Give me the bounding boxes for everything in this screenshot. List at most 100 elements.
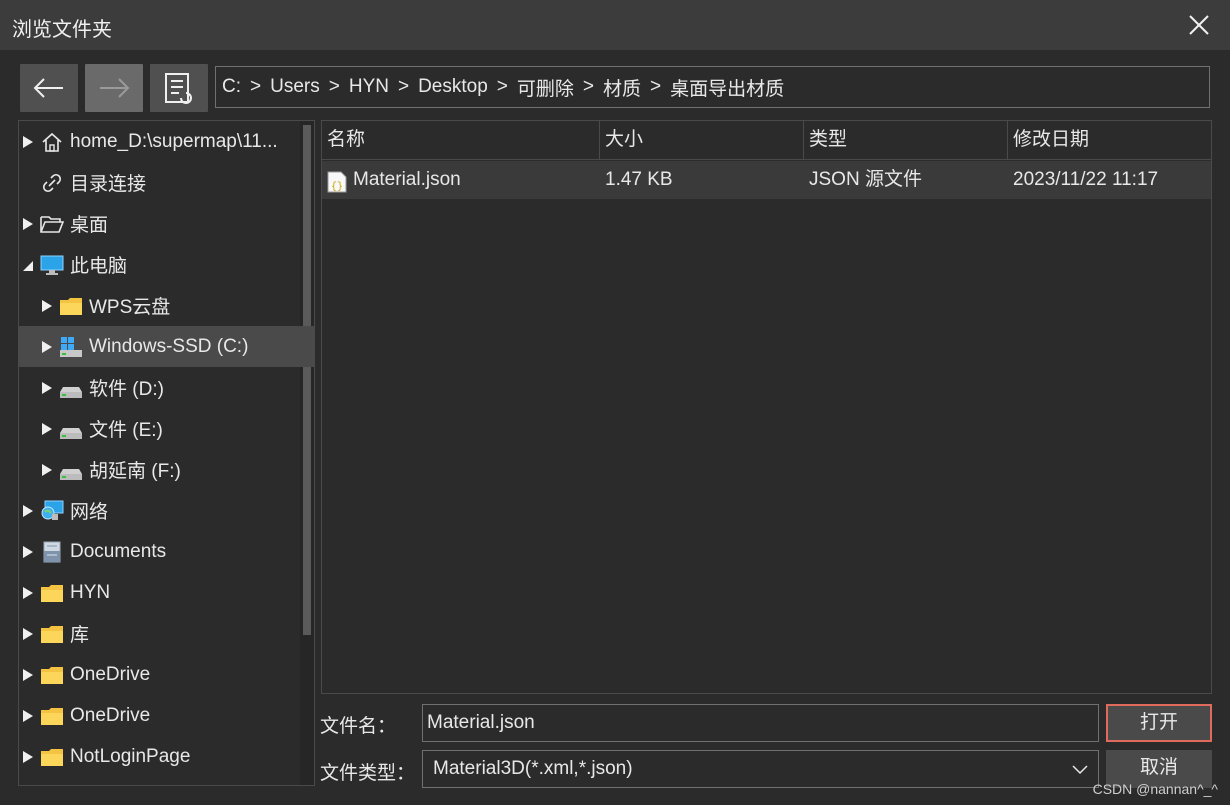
tree-item[interactable]: OneDrive: [19, 695, 300, 736]
home-icon: [40, 131, 64, 153]
close-icon: [1189, 15, 1209, 35]
tree-item[interactable]: 文件 (E:): [19, 408, 314, 449]
file-size: 1.47 KB: [605, 169, 673, 190]
tree-item[interactable]: Documents: [19, 531, 300, 572]
tree-item[interactable]: Windows-SSD (C:): [19, 326, 314, 367]
file-type: JSON 源文件: [809, 169, 922, 190]
expand-arrow-icon[interactable]: [20, 503, 36, 519]
filename-label: 文件名：: [320, 716, 397, 737]
tree-item-label: home_D:\supermap\11...: [70, 130, 278, 152]
drive-icon: [59, 459, 83, 481]
expand-arrow-icon[interactable]: [39, 380, 55, 396]
folder-icon: [40, 664, 64, 686]
file-name: Material.json: [353, 169, 461, 190]
chevron-down-icon: [1072, 765, 1088, 775]
expand-arrow-icon[interactable]: [20, 667, 36, 683]
tree-item[interactable]: 网络: [19, 490, 300, 531]
breadcrumb-separator: >: [250, 76, 262, 97]
filename-input[interactable]: Material.json: [422, 704, 1099, 742]
breadcrumb-separator: >: [397, 76, 410, 97]
file-row[interactable]: {} Material.json 1.47 KB JSON 源文件 2023/1…: [322, 161, 1211, 199]
breadcrumb-item[interactable]: 材质: [603, 74, 641, 101]
link-icon: [40, 172, 64, 194]
back-button[interactable]: [20, 64, 78, 112]
tree-item[interactable]: 此电脑: [19, 244, 300, 285]
expanded-arrow-icon[interactable]: [20, 257, 36, 273]
folder-open-icon: [40, 213, 65, 235]
expand-arrow-icon[interactable]: [20, 749, 36, 765]
column-size[interactable]: 大小: [600, 121, 804, 159]
watermark: CSDN @nannan^_^: [1092, 781, 1218, 797]
filetype-value: Material3D(*.xml,*.json): [433, 758, 633, 779]
documents-icon: [40, 541, 64, 563]
folder-icon: [40, 582, 64, 604]
arrow-left-icon: [33, 78, 63, 98]
tree-item[interactable]: 库: [19, 613, 300, 654]
tree-item-label: 网络: [70, 502, 109, 523]
expand-arrow-icon[interactable]: [20, 134, 36, 150]
file-list-header: 名称 大小 类型 修改日期: [322, 121, 1211, 160]
expand-arrow-icon[interactable]: [39, 462, 55, 478]
breadcrumb-separator: >: [328, 76, 340, 97]
column-type[interactable]: 类型: [804, 121, 1008, 159]
tree-item-label: 桌面: [70, 215, 109, 236]
expand-arrow-icon[interactable]: [20, 216, 36, 232]
tree-item-label: 目录连接: [70, 174, 147, 195]
expand-arrow-icon[interactable]: [20, 585, 36, 601]
recent-locations-icon: [165, 73, 192, 104]
tree-item[interactable]: 软件 (D:): [19, 367, 314, 408]
tree-item[interactable]: 目录连接: [19, 162, 300, 203]
network-icon: [40, 500, 64, 522]
tree-item[interactable]: WPS云盘: [19, 285, 314, 326]
breadcrumb-item[interactable]: Users: [270, 76, 320, 98]
tree-item-label: Windows-SSD (C:): [89, 335, 249, 357]
computer-icon: [40, 254, 64, 276]
close-button[interactable]: [1168, 0, 1230, 50]
arrow-right-icon: [100, 78, 130, 98]
tree-item-label: 文件 (E:): [89, 420, 163, 441]
open-button[interactable]: 打开: [1106, 704, 1212, 742]
tree-item[interactable]: HYN: [19, 572, 300, 613]
tree-item-label: 软件 (D:): [89, 379, 164, 400]
windows-drive-icon: [59, 336, 83, 358]
column-modified[interactable]: 修改日期: [1008, 121, 1211, 159]
breadcrumb-separator: >: [650, 76, 662, 97]
recent-button[interactable]: [150, 64, 208, 112]
breadcrumb-item[interactable]: 桌面导出材质: [670, 74, 784, 101]
folder-icon: [40, 623, 64, 645]
breadcrumb[interactable]: C: > Users > HYN > Desktop > 可删除 > 材质 > 桌面导出材质: [215, 66, 1210, 108]
file-modified: 2023/11/22 11:17: [1013, 169, 1159, 190]
svg-text:{}: {}: [331, 181, 343, 193]
expand-arrow-icon[interactable]: [20, 708, 36, 724]
expand-arrow-icon[interactable]: [39, 421, 55, 437]
column-name[interactable]: 名称: [322, 121, 600, 159]
tree-item[interactable]: 胡延南 (F:): [19, 449, 314, 490]
tree-item-label: Documents: [70, 540, 167, 562]
tree-item-label: NotLoginPage: [70, 745, 191, 767]
tree-item[interactable]: 桌面: [19, 203, 300, 244]
folder-tree[interactable]: home_D:\supermap\11... 目录连接桌面此电脑 WPS云盘 Wind…: [18, 120, 315, 786]
tree-item-label: WPS云盘: [89, 297, 171, 318]
breadcrumb-item[interactable]: 可删除: [517, 74, 574, 101]
tree-item-label: 胡延南 (F:): [89, 461, 181, 482]
expand-arrow-icon[interactable]: [20, 626, 36, 642]
breadcrumb-item[interactable]: C:: [222, 76, 241, 98]
expand-arrow-icon[interactable]: [39, 298, 55, 314]
file-list[interactable]: 名称 大小 类型 修改日期 {} Material.json 1.47 KB J…: [321, 120, 1212, 694]
forward-button[interactable]: [85, 64, 143, 112]
no-expander: [20, 175, 36, 191]
tree-item[interactable]: NotLoginPage: [19, 736, 300, 777]
breadcrumb-item[interactable]: HYN: [349, 76, 389, 98]
filetype-select[interactable]: Material3D(*.xml,*.json): [422, 750, 1099, 788]
breadcrumb-item[interactable]: Desktop: [418, 76, 488, 98]
tree-item[interactable]: OneDrive: [19, 654, 300, 695]
tree-item[interactable]: home_D:\supermap\11...: [19, 121, 300, 162]
tree-item-label: OneDrive: [70, 704, 151, 726]
folder-icon: [59, 295, 83, 317]
expand-arrow-icon[interactable]: [20, 544, 36, 560]
title-bar: 浏览文件夹: [0, 0, 1230, 50]
expand-arrow-icon[interactable]: [39, 339, 55, 355]
breadcrumb-separator: >: [582, 76, 595, 97]
tree-item-label: 此电脑: [70, 256, 128, 277]
folder-icon: [40, 705, 64, 727]
